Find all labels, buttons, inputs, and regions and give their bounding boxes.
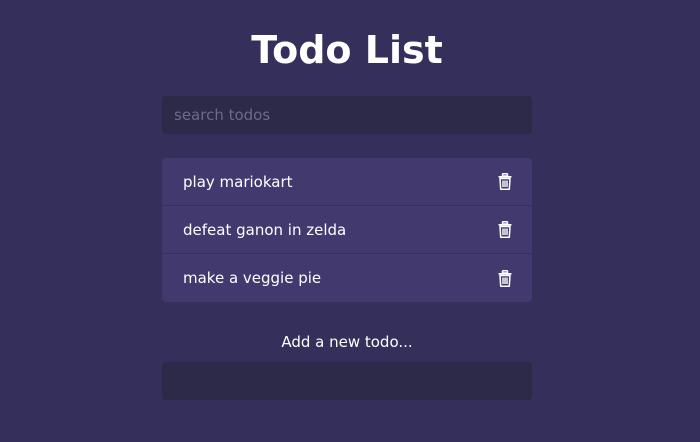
todo-text: play mariokart [183,172,293,191]
search-input[interactable] [162,96,532,134]
todo-list: play mariokart defeat ganon in zelda mak… [162,158,532,302]
list-item: make a veggie pie [162,254,532,302]
trash-icon[interactable] [498,221,512,238]
trash-icon[interactable] [498,269,512,287]
todo-text: make a veggie pie [183,269,322,287]
page-title: Todo List [251,28,443,72]
add-todo-label: Add a new todo... [281,333,413,351]
list-item: defeat ganon in zelda [162,206,532,254]
todo-text: defeat ganon in zelda [183,220,347,239]
add-todo-input[interactable] [162,362,532,400]
list-item: play mariokart [162,158,532,206]
trash-icon[interactable] [498,173,512,190]
